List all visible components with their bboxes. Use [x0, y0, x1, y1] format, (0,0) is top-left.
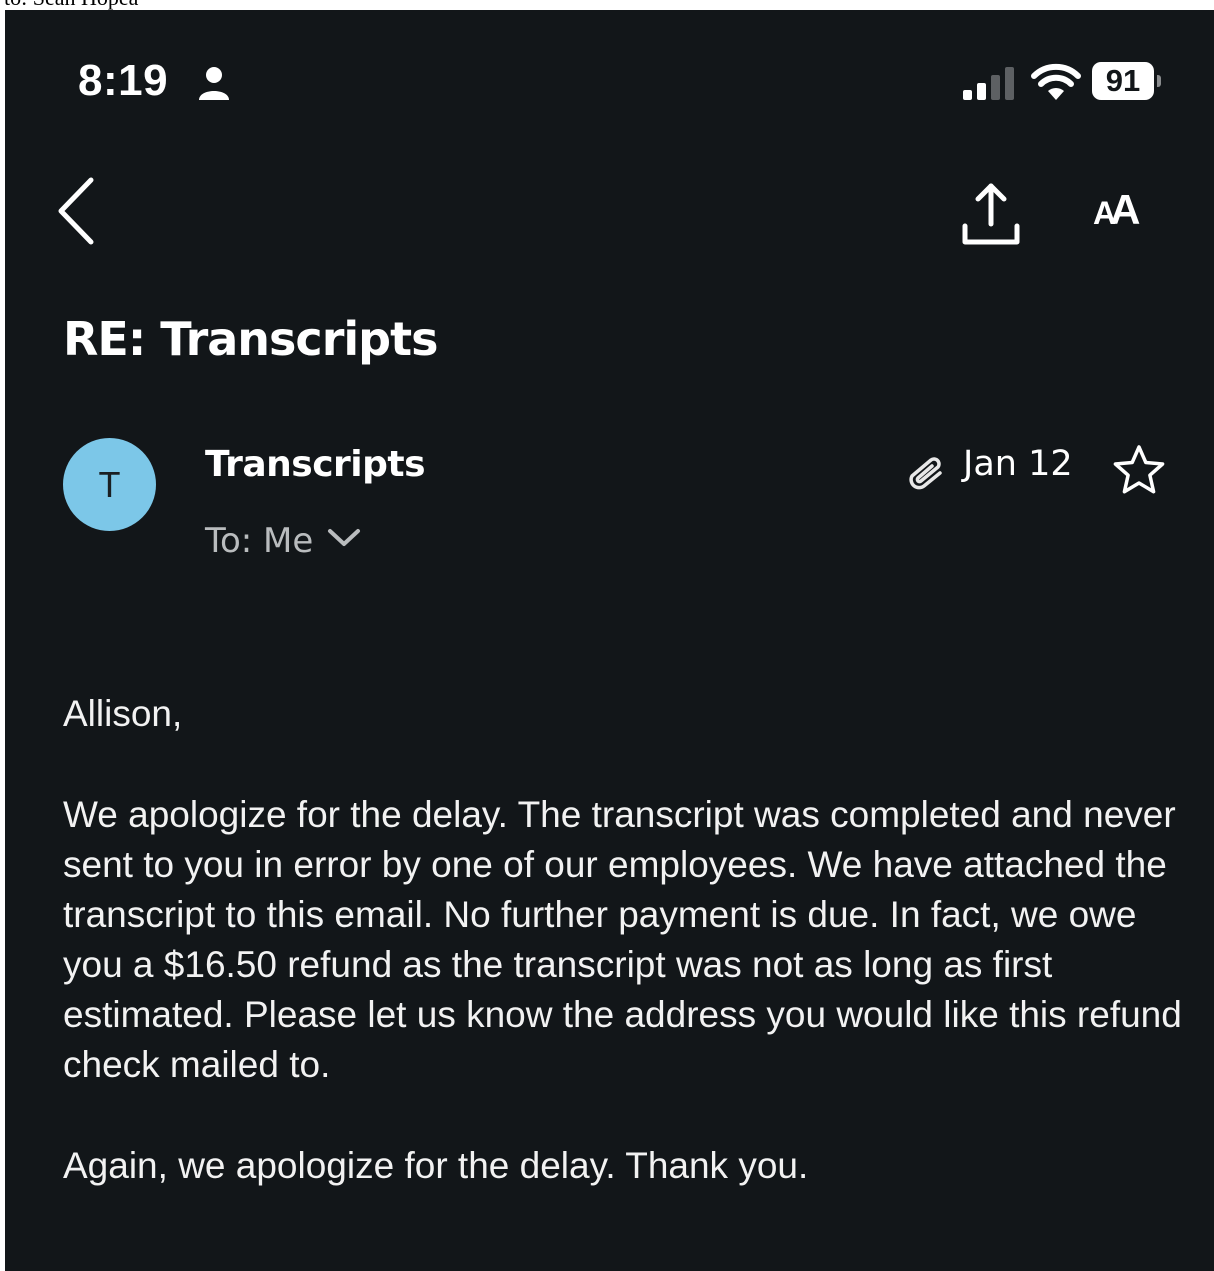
wifi-icon: [1030, 62, 1082, 107]
sender-name: Transcripts: [205, 444, 426, 485]
share-icon: [962, 183, 1020, 245]
chevron-down-icon: [328, 529, 361, 546]
text-size-large-a: A: [1110, 186, 1141, 233]
email-closing: Again, we apologize for the delay. Thank…: [63, 1145, 809, 1186]
cellular-signal-icon: [961, 66, 1019, 107]
battery-cap: [1157, 75, 1161, 87]
chevron-left-icon: [58, 177, 94, 245]
star-button[interactable]: [1110, 443, 1168, 504]
battery-icon: 91: [1092, 62, 1162, 100]
recipient-details-toggle[interactable]: To: Me: [205, 518, 361, 564]
recipient-label: To: Me: [205, 521, 314, 561]
email-date: Jan 12: [963, 444, 1073, 484]
status-time: 8:19: [78, 56, 169, 105]
email-greeting: Allison,: [63, 693, 183, 734]
email-screen: 8:19 91 AA RE: Transcripts T Transcripts…: [5, 10, 1214, 1271]
back-button[interactable]: [55, 176, 99, 251]
cropped-header-text: to: Sean Hopea: [4, 0, 138, 10]
share-button[interactable]: [959, 182, 1023, 253]
person-icon: [197, 66, 231, 107]
battery-level: 91: [1105, 63, 1141, 98]
paperclip-icon: [903, 450, 947, 495]
text-size-small-a: A: [1093, 195, 1116, 231]
avatar: T: [63, 438, 156, 531]
email-body-paragraph: We apologize for the delay. The transcri…: [63, 794, 1182, 1085]
star-icon: [1113, 445, 1165, 494]
cropped-header-strip: to: Sean Hopea: [0, 0, 1214, 10]
text-size-button[interactable]: AA: [1093, 186, 1140, 234]
email-subject: RE: Transcripts: [63, 312, 438, 366]
